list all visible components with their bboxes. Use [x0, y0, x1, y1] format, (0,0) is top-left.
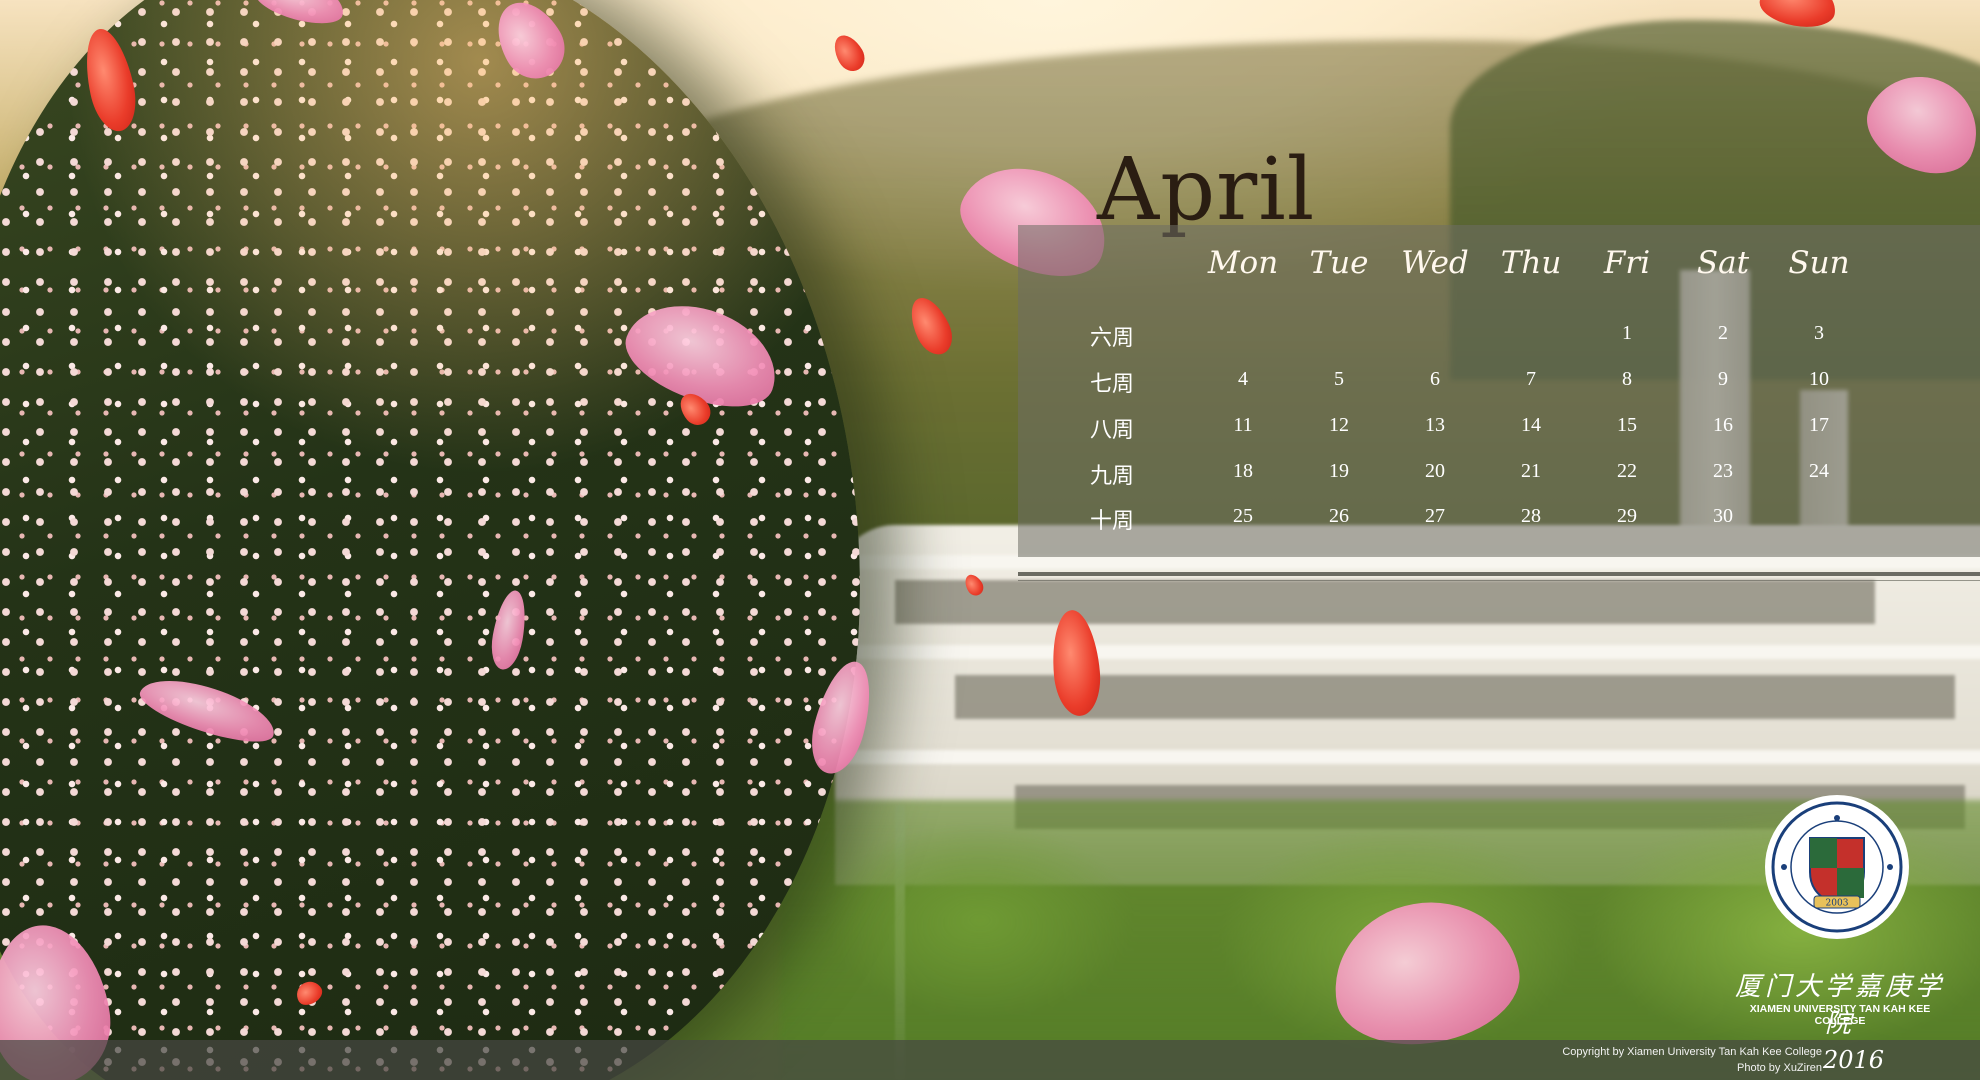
date-cell: 7	[1526, 368, 1536, 390]
date-cell: 25	[1233, 505, 1253, 527]
date-cell: 8	[1622, 368, 1632, 390]
date-cell: 20	[1425, 460, 1445, 482]
date-cell: 22	[1617, 460, 1637, 482]
seal-year: 2003	[1826, 899, 1849, 909]
day-header: Sat	[1696, 245, 1750, 281]
divider-line	[1018, 580, 1980, 581]
flowering-tree	[0, 0, 860, 1080]
day-header: Thu	[1500, 245, 1562, 281]
date-cell: 18	[1233, 460, 1253, 482]
divider-line	[1018, 572, 1980, 576]
college-name-en: XIAMEN UNIVERSITY TAN KAH KEE COLLEGE	[1749, 1003, 1931, 1027]
week-label: 十周	[1089, 509, 1134, 534]
date-cell: 23	[1713, 460, 1733, 482]
day-header: Wed	[1401, 245, 1469, 281]
building-windows	[955, 675, 1955, 719]
day-header: Mon	[1207, 245, 1279, 281]
shield-quarter	[1837, 868, 1864, 898]
date-cell: 4	[1238, 368, 1248, 390]
date-cell: 14	[1521, 414, 1541, 436]
date-cell: 28	[1521, 505, 1541, 527]
footer-credits: Copyright by Xiamen University Tan Kah K…	[1562, 1044, 1822, 1076]
date-cell: 12	[1329, 414, 1349, 436]
date-cell: 30	[1713, 505, 1733, 527]
date-cell: 5	[1334, 368, 1344, 390]
date-cell: 15	[1617, 414, 1637, 436]
date-cell: 26	[1329, 505, 1349, 527]
footer-year: 2016	[1823, 1046, 1885, 1074]
seal-dot	[1781, 864, 1787, 870]
seal-dot	[1834, 815, 1840, 821]
week-label: 八周	[1089, 418, 1134, 443]
college-seal-logo: 2003	[1765, 795, 1909, 939]
date-cell: 1	[1622, 322, 1632, 344]
date-cell: 2	[1718, 322, 1728, 344]
day-header: Sun	[1788, 245, 1850, 281]
day-header: Tue	[1309, 245, 1369, 281]
building-band	[835, 645, 1980, 659]
date-cell: 6	[1430, 368, 1440, 390]
date-cell: 9	[1718, 368, 1728, 390]
week-label: 六周	[1089, 326, 1134, 351]
date-cell: 11	[1233, 414, 1253, 436]
date-cell: 13	[1425, 414, 1445, 436]
photo-credit: Photo by XuZiren	[1737, 1062, 1822, 1074]
copyright-text: Copyright by Xiamen University Tan Kah K…	[1562, 1046, 1822, 1058]
date-cell: 17	[1809, 414, 1829, 436]
week-label: 九周	[1089, 464, 1134, 489]
shield-quarter	[1810, 838, 1837, 868]
date-cell: 16	[1713, 414, 1733, 436]
date-cell: 24	[1809, 460, 1829, 482]
week-label: 七周	[1089, 372, 1134, 397]
date-cell: 21	[1521, 460, 1541, 482]
building-band	[835, 555, 1980, 569]
date-cell: 29	[1617, 505, 1637, 527]
seal-dot	[1887, 864, 1893, 870]
date-cell: 3	[1814, 322, 1824, 344]
building-band	[835, 750, 1980, 764]
date-cell: 19	[1329, 460, 1349, 482]
date-cell: 27	[1425, 505, 1445, 527]
day-header: Fri	[1603, 245, 1651, 281]
date-cell: 10	[1809, 368, 1829, 390]
building-windows	[895, 580, 1875, 624]
